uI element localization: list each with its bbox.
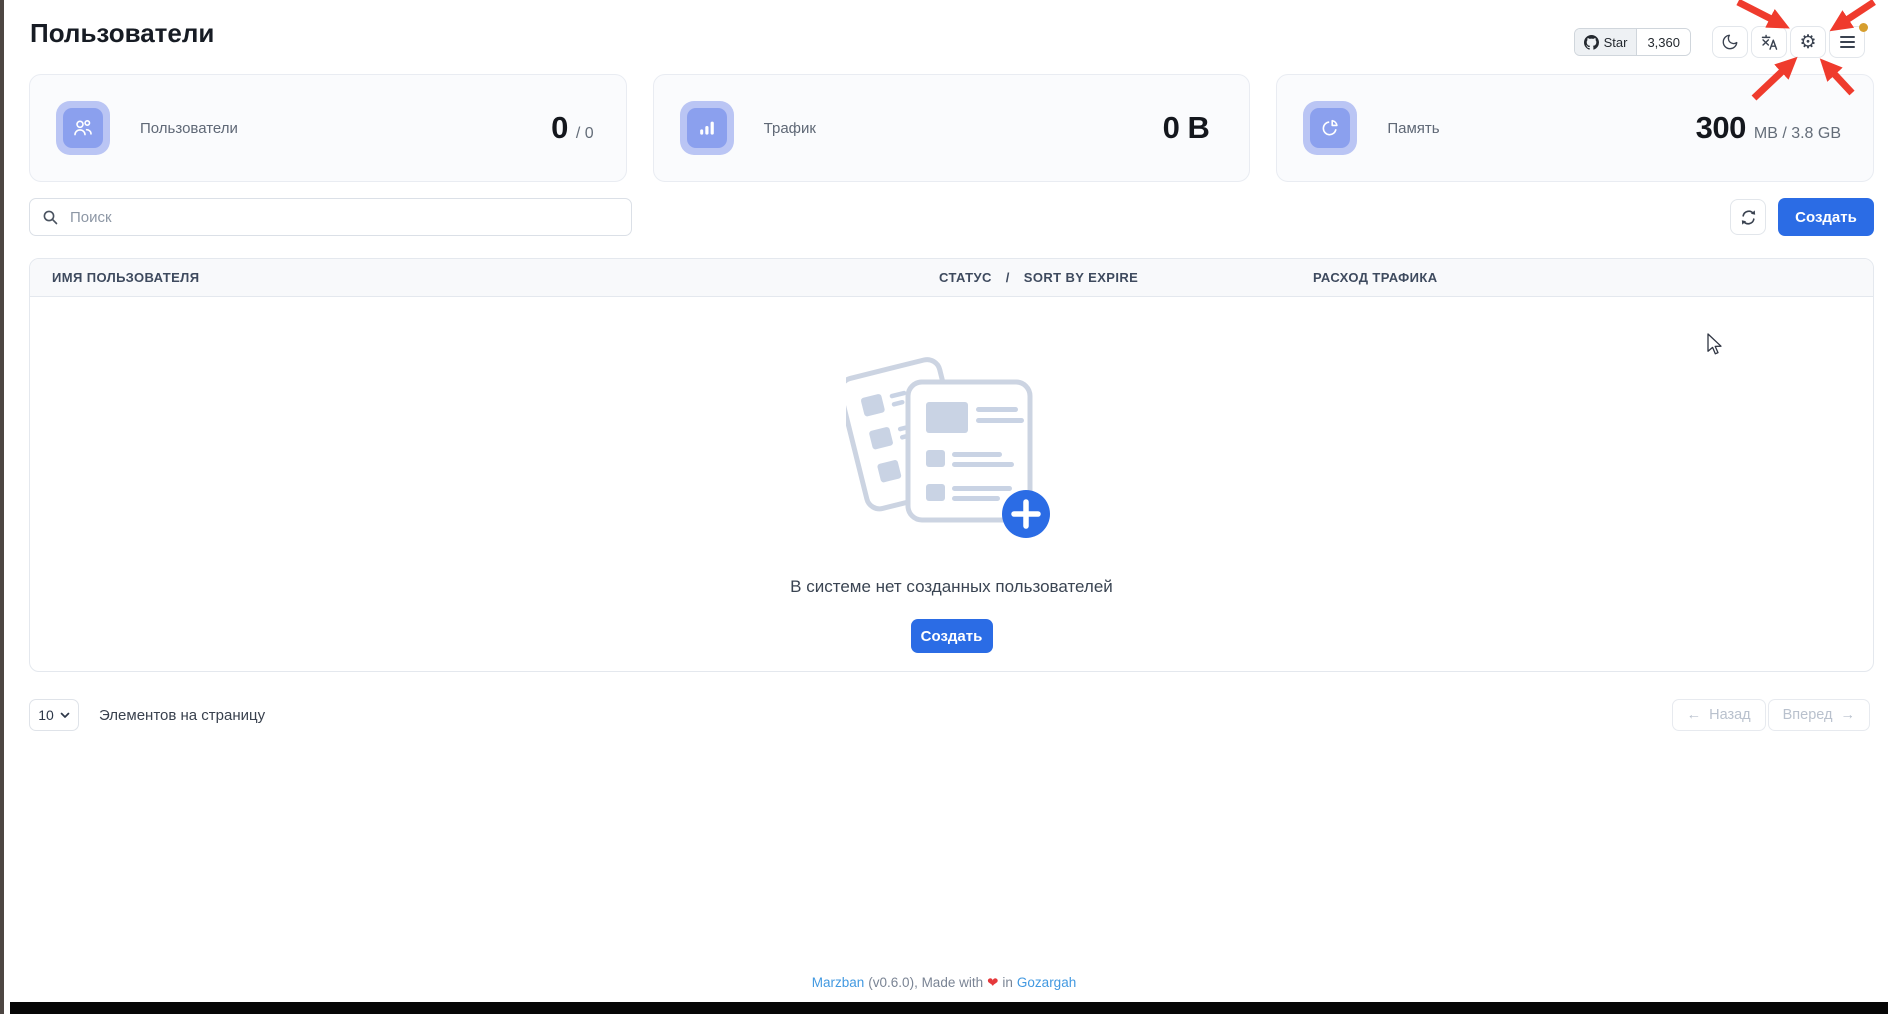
footer: Marzban (v0.6.0), Made with ❤ in Gozarga… [0, 975, 1888, 991]
top-actions: Star 3,360 ⚙ [1574, 26, 1865, 58]
users-table: ИМЯ ПОЛЬЗОВАТЕЛЯ СТАТУС / SORT BY EXPIRE… [29, 258, 1874, 672]
language-button[interactable] [1751, 26, 1787, 58]
footer-location-link[interactable]: Gozargah [1017, 975, 1076, 991]
stat-label: Память [1387, 120, 1439, 137]
refresh-button[interactable] [1730, 199, 1766, 235]
sort-by-expire[interactable]: SORT BY EXPIRE [1024, 270, 1138, 285]
traffic-bars-icon [696, 117, 718, 139]
github-star-count[interactable]: 3,360 [1637, 29, 1690, 55]
arrow-left-icon: ← [1687, 707, 1702, 723]
stat-value: 0 / 0 [551, 110, 594, 146]
refresh-icon [1739, 208, 1758, 227]
create-user-button[interactable]: Создать [1778, 198, 1874, 236]
empty-documents-illustration [846, 347, 1058, 567]
translate-icon [1760, 33, 1779, 52]
stats-row: Пользователи 0 / 0 Трафик 0 B [29, 74, 1874, 182]
search-icon [42, 209, 59, 226]
moon-icon [1721, 33, 1739, 51]
sort-by-status[interactable]: СТАТУС [939, 270, 992, 285]
menu-button[interactable] [1829, 26, 1865, 58]
github-octocat-icon [1584, 35, 1599, 50]
table-empty-body: В системе нет созданных пользователей Со… [30, 297, 1873, 672]
empty-state-create-button[interactable]: Создать [911, 619, 993, 653]
chevron-down-icon [60, 712, 70, 719]
stat-label: Трафик [764, 120, 816, 137]
stat-card-traffic: Трафик 0 B [653, 74, 1251, 182]
next-page-button[interactable]: Вперед → [1768, 699, 1870, 731]
per-page-label: Элементов на страницу [99, 707, 265, 724]
dark-mode-button[interactable] [1712, 26, 1748, 58]
footer-in-text: in [1002, 975, 1013, 991]
github-star-label: Star [1604, 35, 1628, 50]
pagination-row: 10 Элементов на страницу ← Назад Вперед … [29, 699, 1870, 731]
stat-value: 300 MB / 3.8 GB [1696, 110, 1841, 146]
footer-brand-link[interactable]: Marzban [812, 975, 865, 991]
stat-card-users: Пользователи 0 / 0 [29, 74, 627, 182]
column-separator: / [1006, 270, 1010, 285]
stat-label: Пользователи [140, 120, 238, 137]
footer-version-text: (v0.6.0), Made with [868, 975, 983, 991]
search-box [29, 198, 632, 236]
stat-value: 0 B [1163, 110, 1218, 146]
prev-page-button[interactable]: ← Назад [1672, 699, 1766, 731]
search-input[interactable] [68, 208, 619, 227]
left-screen-edge [0, 0, 4, 1014]
github-star-button[interactable]: Star [1575, 29, 1638, 55]
page-title: Пользователи [30, 18, 214, 49]
table-header-row: ИМЯ ПОЛЬЗОВАТЕЛЯ СТАТУС / SORT BY EXPIRE… [30, 259, 1873, 297]
settings-button[interactable]: ⚙ [1790, 26, 1826, 58]
page-size-select[interactable]: 10 [29, 699, 79, 731]
column-header-status-expire: СТАТУС / SORT BY EXPIRE [939, 259, 1138, 296]
column-header-traffic[interactable]: РАСХОД ТРАФИКА [1313, 259, 1438, 296]
empty-state-message: В системе нет созданных пользователей [790, 577, 1113, 597]
column-header-username[interactable]: ИМЯ ПОЛЬЗОВАТЕЛЯ [52, 259, 199, 296]
hamburger-icon [1840, 36, 1855, 48]
users-icon [72, 117, 94, 139]
plus-icon [1002, 490, 1050, 538]
github-star-widget[interactable]: Star 3,360 [1574, 28, 1691, 56]
stat-card-memory: Память 300 MB / 3.8 GB [1276, 74, 1874, 182]
heart-icon: ❤ [987, 975, 998, 991]
arrow-right-icon: → [1841, 707, 1856, 723]
gear-icon: ⚙ [1799, 33, 1816, 52]
notification-dot [1859, 23, 1868, 32]
bottom-screen-edge [10, 1002, 1888, 1014]
memory-pie-icon [1319, 117, 1341, 139]
